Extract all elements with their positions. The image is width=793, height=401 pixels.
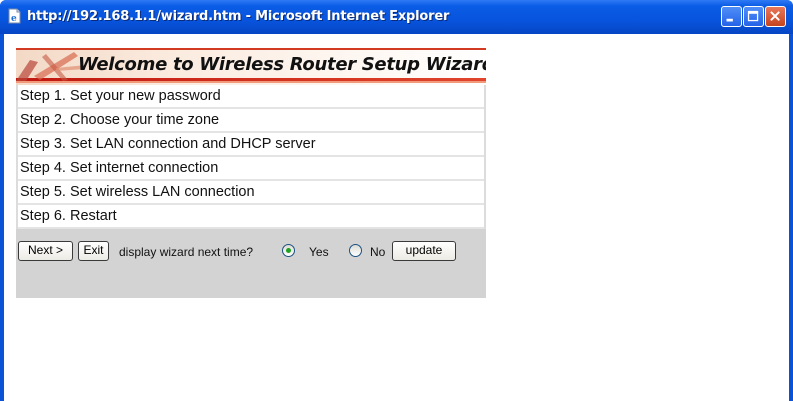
page-content: Welcome to Wireless Router Setup Wizard … (4, 34, 789, 401)
close-button[interactable] (765, 6, 786, 27)
wizard-step-item: Step 3. Set LAN connection and DHCP serv… (18, 133, 484, 157)
minimize-icon (726, 18, 733, 22)
radio-no-label[interactable]: No (370, 245, 385, 259)
radio-no[interactable] (349, 244, 362, 257)
close-icon (770, 11, 780, 21)
wizard-title: Welcome to Wireless Router Setup Wizard (78, 54, 486, 75)
wizard-step-item: Step 5. Set wireless LAN connection (18, 181, 484, 205)
wizard-controls: Next > Exit display wizard next time? Ye… (16, 229, 486, 298)
exit-button[interactable]: Exit (78, 241, 109, 261)
title-bar[interactable]: e http://192.168.1.1/wizard.htm - Micros… (0, 0, 793, 34)
minimize-button[interactable] (721, 6, 742, 27)
ie-page-icon: e (8, 8, 21, 24)
wizard-steps-list: Step 1. Set your new password Step 2. Ch… (16, 85, 486, 229)
radio-yes[interactable] (282, 244, 295, 257)
update-button[interactable]: update (392, 241, 456, 261)
radio-selected-dot (286, 248, 291, 253)
wizard-step-item: Step 6. Restart (18, 205, 484, 229)
setup-wizard-panel: Welcome to Wireless Router Setup Wizard … (16, 48, 486, 298)
window-title: http://192.168.1.1/wizard.htm - Microsof… (27, 9, 450, 24)
wizard-banner: Welcome to Wireless Router Setup Wizard (16, 48, 486, 85)
maximize-icon (747, 10, 759, 22)
wizard-step-item: Step 1. Set your new password (18, 85, 484, 109)
maximize-button[interactable] (743, 6, 764, 27)
radio-yes-label[interactable]: Yes (309, 245, 329, 259)
next-button[interactable]: Next > (18, 241, 73, 261)
wizard-step-item: Step 4. Set internet connection (18, 157, 484, 181)
display-wizard-question: display wizard next time? (119, 245, 254, 259)
wizard-step-item: Step 2. Choose your time zone (18, 109, 484, 133)
browser-window: e http://192.168.1.1/wizard.htm - Micros… (0, 0, 793, 401)
svg-text:e: e (11, 14, 17, 24)
